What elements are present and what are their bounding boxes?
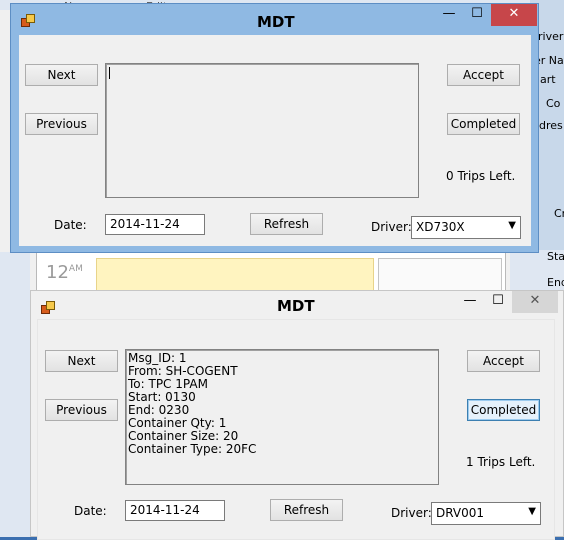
minimize-button[interactable]: — xyxy=(435,4,463,26)
close-button[interactable]: ✕ xyxy=(491,4,537,26)
mdt-window-back: MDT — ☐ ✕ Next Previous Accept Completed… xyxy=(10,3,539,253)
previous-button[interactable]: Previous xyxy=(25,113,98,135)
calendar-hour-label: 12AM xyxy=(46,262,83,283)
titlebar[interactable]: MDT — ☐ ✕ xyxy=(11,4,538,36)
window-client: Next Previous Accept Completed 0 Trips L… xyxy=(19,35,531,246)
driver-select-value: XD730X xyxy=(416,220,465,234)
previous-button[interactable]: Previous xyxy=(45,399,118,421)
maximize-button[interactable]: ☐ xyxy=(484,291,512,313)
bg-label-cr: Cr xyxy=(554,207,564,220)
calendar-ampm: AM xyxy=(68,264,83,274)
bg-label-start: art xyxy=(540,73,556,86)
bg-label-start-2: Sta xyxy=(547,250,564,263)
mdt-window-front: MDT — ☐ ✕ Next Previous Msg_ID: 1 From: S… xyxy=(30,290,564,540)
driver-select-value: DRV001 xyxy=(436,506,485,520)
trips-left-label: 0 Trips Left. xyxy=(446,169,516,183)
date-field[interactable]: 2014-11-24 xyxy=(125,500,225,521)
completed-button[interactable]: Completed xyxy=(447,113,520,135)
message-box[interactable] xyxy=(105,63,419,198)
date-label: Date: xyxy=(54,218,87,232)
date-label: Date: xyxy=(74,504,107,518)
bg-label-driver-id: river I xyxy=(538,30,564,43)
driver-label: Driver: xyxy=(371,220,412,234)
completed-button[interactable]: Completed xyxy=(467,399,540,421)
chevron-down-icon: ▼ xyxy=(528,506,536,517)
next-button[interactable]: Next xyxy=(45,350,118,372)
driver-select[interactable]: DRV001 ▼ xyxy=(431,502,541,525)
app-icon xyxy=(21,14,35,27)
minimize-button[interactable]: — xyxy=(456,291,484,313)
calendar-slot-selected[interactable] xyxy=(96,258,374,292)
next-button[interactable]: Next xyxy=(25,64,98,86)
message-line: Container Type: 20FC xyxy=(128,442,257,456)
app-icon xyxy=(41,301,55,314)
message-box[interactable]: Msg_ID: 1 From: SH-COGENT To: TPC 1PAM Star… xyxy=(125,349,439,485)
close-button[interactable]: ✕ xyxy=(512,291,558,313)
bg-label-end: End xyxy=(547,276,564,289)
window-client: Next Previous Msg_ID: 1 From: SH-COGENT To… xyxy=(37,319,555,540)
accept-button[interactable]: Accept xyxy=(447,64,520,86)
bg-label-code: Co xyxy=(546,97,561,110)
refresh-button[interactable]: Refresh xyxy=(250,213,323,235)
driver-label: Driver: xyxy=(391,506,432,520)
accept-button[interactable]: Accept xyxy=(467,350,540,372)
date-field[interactable]: 2014-11-24 xyxy=(105,214,205,235)
calendar-hour: 12 xyxy=(46,262,69,283)
maximize-button[interactable]: ☐ xyxy=(463,4,491,26)
refresh-button[interactable]: Refresh xyxy=(270,499,343,521)
chevron-down-icon: ▼ xyxy=(508,220,516,231)
text-cursor xyxy=(109,67,110,79)
calendar-slot[interactable] xyxy=(378,258,502,292)
window-title: MDT xyxy=(257,13,295,31)
background-left-panel xyxy=(0,252,30,537)
window-title: MDT xyxy=(277,297,315,315)
trips-left-label: 1 Trips Left. xyxy=(466,455,536,469)
driver-select[interactable]: XD730X ▼ xyxy=(411,216,521,239)
